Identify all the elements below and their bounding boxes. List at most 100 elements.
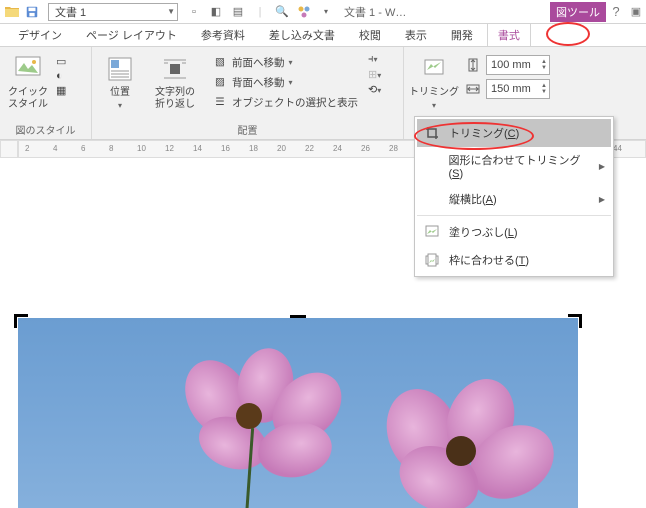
width-value: 150 mm bbox=[491, 83, 531, 95]
flower-image bbox=[18, 318, 578, 508]
menu-crop-label: トリミング(C) bbox=[449, 125, 519, 141]
height-value: 100 mm bbox=[491, 59, 531, 71]
ribbon-tabs: デザイン ページ レイアウト 参考資料 差し込み文書 校閲 表示 開発 書式 bbox=[0, 24, 646, 46]
width-icon bbox=[464, 80, 482, 98]
chevron-down-icon: ▾ bbox=[118, 101, 122, 110]
selection-pane-label: オブジェクトの選択と表示 bbox=[232, 95, 358, 110]
send-backward-button[interactable]: ▨ 背面へ移動 ▾ bbox=[208, 73, 362, 91]
spinner-icon[interactable]: ▲▼ bbox=[541, 83, 547, 95]
height-icon bbox=[464, 56, 482, 74]
position-icon bbox=[104, 53, 136, 85]
menu-crop-to-shape[interactable]: 図形に合わせてトリミング(S) ▶ bbox=[417, 147, 611, 185]
menu-fill-label: 塗りつぶし(L) bbox=[449, 224, 518, 240]
ruler-tick: 20 bbox=[277, 144, 286, 153]
chevron-down-icon: ▾ bbox=[289, 58, 293, 67]
align-icon[interactable]: ⫞▾ bbox=[368, 53, 381, 66]
menu-fit[interactable]: 枠に合わせる(T) bbox=[417, 246, 611, 274]
folder-icon[interactable] bbox=[4, 4, 20, 20]
quick-styles-icon bbox=[12, 53, 44, 85]
height-input[interactable]: 100 mm ▲▼ bbox=[486, 55, 550, 75]
ruler-tick: 26 bbox=[361, 144, 370, 153]
fit-icon bbox=[423, 251, 441, 269]
wrap-icon bbox=[159, 53, 191, 85]
aspect-icon bbox=[423, 190, 441, 208]
qa-more-icon[interactable]: ▾ bbox=[318, 4, 334, 20]
menu-aspect-ratio[interactable]: 縦横比(A) ▶ bbox=[417, 185, 611, 213]
shape-icon bbox=[423, 157, 440, 175]
send-backward-icon: ▨ bbox=[212, 74, 228, 90]
ruler-tick: 22 bbox=[305, 144, 314, 153]
group-arrange-label: 配置 bbox=[98, 120, 397, 137]
ribbon-collapse-icon[interactable]: ▣ bbox=[626, 5, 646, 18]
document-name: 文書 1 bbox=[55, 4, 86, 20]
style-border-icon[interactable]: ▭ bbox=[56, 55, 66, 68]
wrap-button[interactable]: 文字列の 折り返し bbox=[148, 51, 202, 111]
save-icon[interactable] bbox=[24, 4, 40, 20]
ruler-tick: 12 bbox=[165, 144, 174, 153]
width-input[interactable]: 150 mm ▲▼ bbox=[486, 79, 550, 99]
position-label: 位置 bbox=[110, 87, 130, 99]
menu-aspect-label: 縦横比(A) bbox=[449, 191, 497, 207]
qa-icon-3[interactable]: ▤ bbox=[230, 4, 246, 20]
qa-sep: | bbox=[252, 4, 268, 20]
height-row: 100 mm ▲▼ bbox=[464, 55, 550, 75]
selected-image[interactable] bbox=[18, 318, 578, 508]
ruler-tick: 16 bbox=[221, 144, 230, 153]
crop-small-icon bbox=[423, 124, 441, 142]
group-styles: クイック スタイル ▭ ◐ ▦ 図のスタイル bbox=[0, 47, 92, 139]
selection-pane-button[interactable]: ☰ オブジェクトの選択と表示 bbox=[208, 93, 362, 111]
bring-forward-icon: ▧ bbox=[212, 54, 228, 70]
document-canvas[interactable] bbox=[18, 310, 636, 500]
style-layout-icon[interactable]: ▦ bbox=[56, 84, 66, 97]
ruler-tick: 44 bbox=[613, 144, 622, 153]
tab-format[interactable]: 書式 bbox=[487, 23, 531, 47]
document-dropdown[interactable]: 文書 1 ▼ bbox=[48, 3, 178, 21]
position-button[interactable]: 位置 ▾ bbox=[98, 51, 142, 110]
style-effects-icon[interactable]: ◐ bbox=[56, 70, 66, 82]
submenu-arrow-icon: ▶ bbox=[599, 162, 605, 171]
quick-styles-button[interactable]: クイック スタイル bbox=[6, 51, 50, 111]
title-bar: 文書 1 ▼ ▫ ◧ ▤ | 🔍 ▾ 文書 1 - W… 図ツール ? ▣ bbox=[0, 0, 646, 24]
tab-references[interactable]: 参考資料 bbox=[191, 24, 255, 46]
qa-icon-5[interactable] bbox=[296, 4, 312, 20]
qa-icon-1[interactable]: ▫ bbox=[186, 4, 202, 20]
chevron-down-icon: ▾ bbox=[432, 101, 436, 110]
qa-icon-2[interactable]: ◧ bbox=[208, 4, 224, 20]
group-icon[interactable]: ⊞▾ bbox=[368, 68, 381, 81]
menu-fill[interactable]: 塗りつぶし(L) bbox=[417, 218, 611, 246]
submenu-arrow-icon: ▶ bbox=[599, 195, 605, 204]
ruler-tick: 24 bbox=[333, 144, 342, 153]
crop-button[interactable]: トリミング ▾ bbox=[410, 51, 458, 110]
crop-dropdown-menu: トリミング(C) 図形に合わせてトリミング(S) ▶ 縦横比(A) ▶ 塗りつぶ… bbox=[414, 116, 614, 277]
contextual-tab[interactable]: 図ツール bbox=[550, 2, 606, 22]
bring-forward-button[interactable]: ▧ 前面へ移動 ▾ bbox=[208, 53, 362, 71]
menu-fit-label: 枠に合わせる(T) bbox=[449, 252, 529, 268]
tab-review[interactable]: 校閲 bbox=[349, 24, 391, 46]
rotate-icon[interactable]: ⟲▾ bbox=[368, 83, 381, 96]
group-arrange: 位置 ▾ 文字列の 折り返し ▧ 前面へ移動 ▾ ▨ 背面へ移動 ▾ bbox=[92, 47, 404, 139]
tab-developer[interactable]: 開発 bbox=[441, 24, 483, 46]
send-backward-label: 背面へ移動 bbox=[232, 75, 285, 90]
qa-icon-4[interactable]: 🔍 bbox=[274, 4, 290, 20]
chevron-down-icon: ▾ bbox=[289, 78, 293, 87]
spinner-icon[interactable]: ▲▼ bbox=[541, 59, 547, 71]
tab-view[interactable]: 表示 bbox=[395, 24, 437, 46]
help-button[interactable]: ? bbox=[606, 4, 626, 19]
app-title: 文書 1 - W… bbox=[340, 4, 406, 20]
width-row: 150 mm ▲▼ bbox=[464, 79, 550, 99]
chevron-down-icon: ▼ bbox=[167, 7, 175, 16]
menu-crop-shape-label: 図形に合わせてトリミング(S) bbox=[448, 152, 590, 180]
ruler-tick: 10 bbox=[137, 144, 146, 153]
ruler-tick: 8 bbox=[109, 144, 113, 153]
selection-pane-icon: ☰ bbox=[212, 94, 228, 110]
ruler-tick: 6 bbox=[81, 144, 85, 153]
bring-forward-label: 前面へ移動 bbox=[232, 55, 285, 70]
ruler-tick: 2 bbox=[25, 144, 29, 153]
tab-page-layout[interactable]: ページ レイアウト bbox=[76, 24, 187, 46]
ruler-tick: 14 bbox=[193, 144, 202, 153]
tab-design[interactable]: デザイン bbox=[8, 24, 72, 46]
ruler-tick: 28 bbox=[389, 144, 398, 153]
crop-label: トリミング bbox=[409, 87, 459, 99]
tab-mailings[interactable]: 差し込み文書 bbox=[259, 24, 345, 46]
menu-crop[interactable]: トリミング(C) bbox=[417, 119, 611, 147]
